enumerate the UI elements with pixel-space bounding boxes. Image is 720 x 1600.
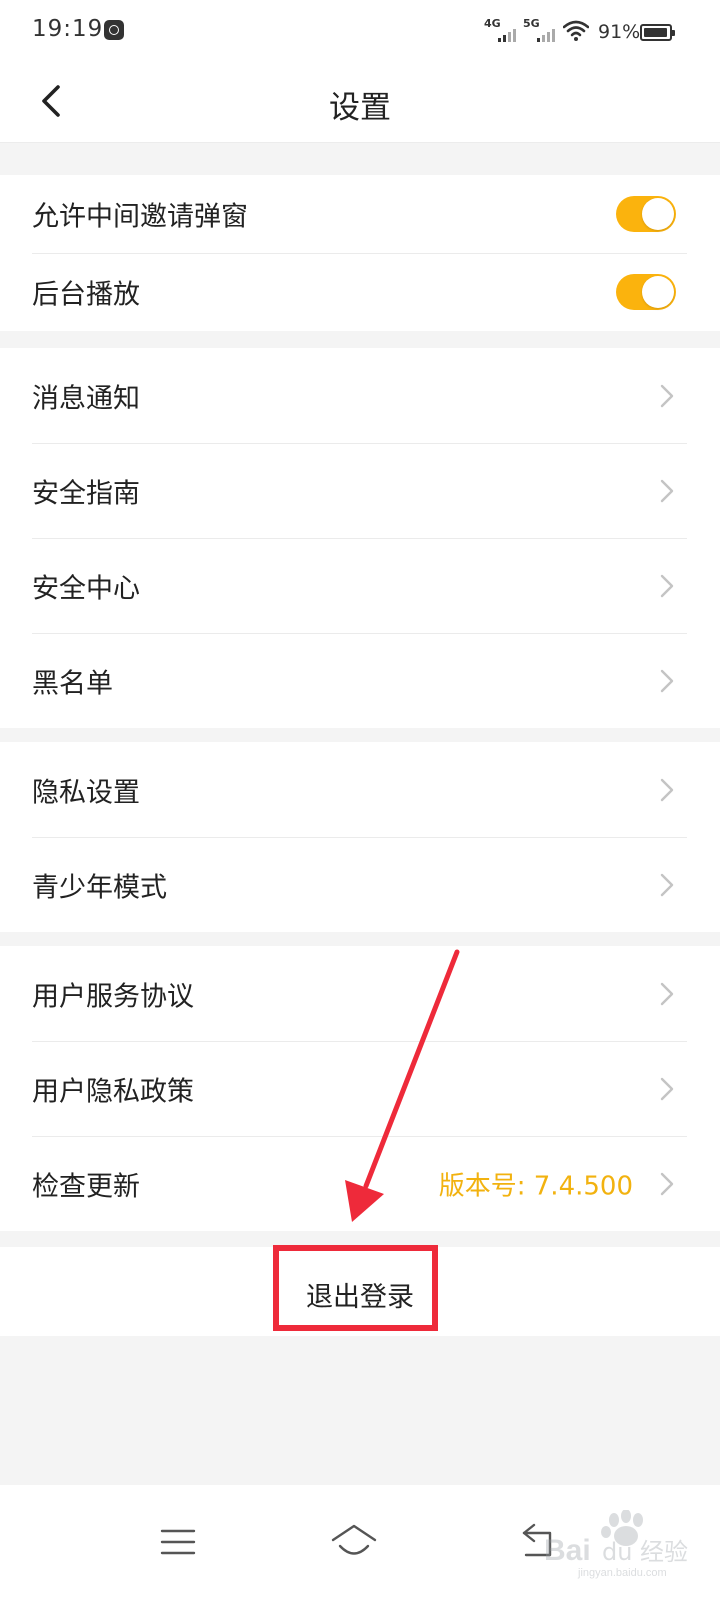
app-notification-icon bbox=[104, 20, 124, 40]
setting-row-security-center[interactable]: 安全中心 bbox=[0, 538, 720, 633]
setting-row-check-update[interactable]: 检查更新 版本号: 7.4.500 bbox=[0, 1136, 720, 1231]
setting-row-privacy[interactable]: 隐私设置 bbox=[0, 742, 720, 837]
chevron-right-icon bbox=[660, 982, 674, 1005]
chevron-right-icon bbox=[660, 1172, 674, 1195]
svg-text:Bai: Bai bbox=[544, 1534, 591, 1567]
status-bar: 19:19 4G 5G 91% bbox=[0, 0, 720, 64]
setting-label: 隐私设置 bbox=[32, 777, 140, 808]
settings-group-security: 消息通知 安全指南 安全中心 黑名单 bbox=[0, 348, 720, 728]
header-bar: 设置 bbox=[0, 64, 720, 143]
setting-label: 检查更新 bbox=[32, 1171, 140, 1202]
highlight-box-annotation bbox=[273, 1245, 438, 1331]
toggle-knob bbox=[642, 276, 674, 308]
setting-label: 安全指南 bbox=[32, 478, 140, 509]
setting-label: 用户服务协议 bbox=[32, 981, 194, 1012]
chevron-right-icon bbox=[660, 384, 674, 407]
svg-text:du: du bbox=[602, 1538, 632, 1566]
version-number: 版本号: 7.4.500 bbox=[438, 1171, 633, 1201]
status-time: 19:19 bbox=[32, 16, 104, 42]
baidu-watermark-logo: Bai du 经验 jingyan.baidu.com bbox=[544, 1510, 688, 1579]
setting-label: 后台播放 bbox=[32, 279, 140, 311]
setting-row-safety-guide[interactable]: 安全指南 bbox=[0, 443, 720, 538]
setting-row-invite-popup: 允许中间邀请弹窗 bbox=[0, 175, 720, 253]
setting-label: 允许中间邀请弹窗 bbox=[32, 201, 248, 233]
chevron-right-icon bbox=[660, 479, 674, 502]
chevron-right-icon bbox=[660, 574, 674, 597]
chevron-right-icon bbox=[660, 1077, 674, 1100]
battery-icon bbox=[640, 24, 675, 41]
chevron-right-icon bbox=[660, 778, 674, 801]
setting-label: 黑名单 bbox=[32, 668, 113, 699]
setting-row-privacy-policy[interactable]: 用户隐私政策 bbox=[0, 1041, 720, 1136]
settings-group-privacy: 隐私设置 青少年模式 bbox=[0, 742, 720, 932]
home-icon[interactable] bbox=[330, 1521, 378, 1561]
menu-icon[interactable] bbox=[160, 1527, 196, 1557]
svg-text:jingyan.baidu.com: jingyan.baidu.com bbox=[577, 1567, 667, 1579]
page-title: 设置 bbox=[329, 90, 391, 126]
setting-row-user-agreement[interactable]: 用户服务协议 bbox=[0, 946, 720, 1041]
setting-row-background-play: 后台播放 bbox=[0, 253, 720, 331]
setting-label: 消息通知 bbox=[32, 383, 140, 414]
setting-row-notifications[interactable]: 消息通知 bbox=[0, 348, 720, 443]
setting-label: 青少年模式 bbox=[32, 872, 167, 903]
invite-popup-toggle[interactable] bbox=[616, 196, 676, 232]
wifi-icon bbox=[563, 20, 589, 41]
settings-group-about: 用户服务协议 用户隐私政策 检查更新 版本号: 7.4.500 bbox=[0, 946, 720, 1231]
settings-group-toggles: 允许中间邀请弹窗 后台播放 bbox=[0, 175, 720, 331]
setting-row-youth-mode[interactable]: 青少年模式 bbox=[0, 837, 720, 932]
setting-row-blacklist[interactable]: 黑名单 bbox=[0, 633, 720, 728]
chevron-right-icon bbox=[660, 873, 674, 896]
background-play-toggle[interactable] bbox=[616, 274, 676, 310]
setting-label: 用户隐私政策 bbox=[32, 1076, 194, 1107]
svg-text:经验: 经验 bbox=[640, 1538, 688, 1566]
toggle-knob bbox=[642, 198, 674, 230]
chevron-right-icon bbox=[660, 669, 674, 692]
setting-label: 安全中心 bbox=[32, 573, 140, 604]
battery-percent: 91% bbox=[598, 21, 641, 43]
